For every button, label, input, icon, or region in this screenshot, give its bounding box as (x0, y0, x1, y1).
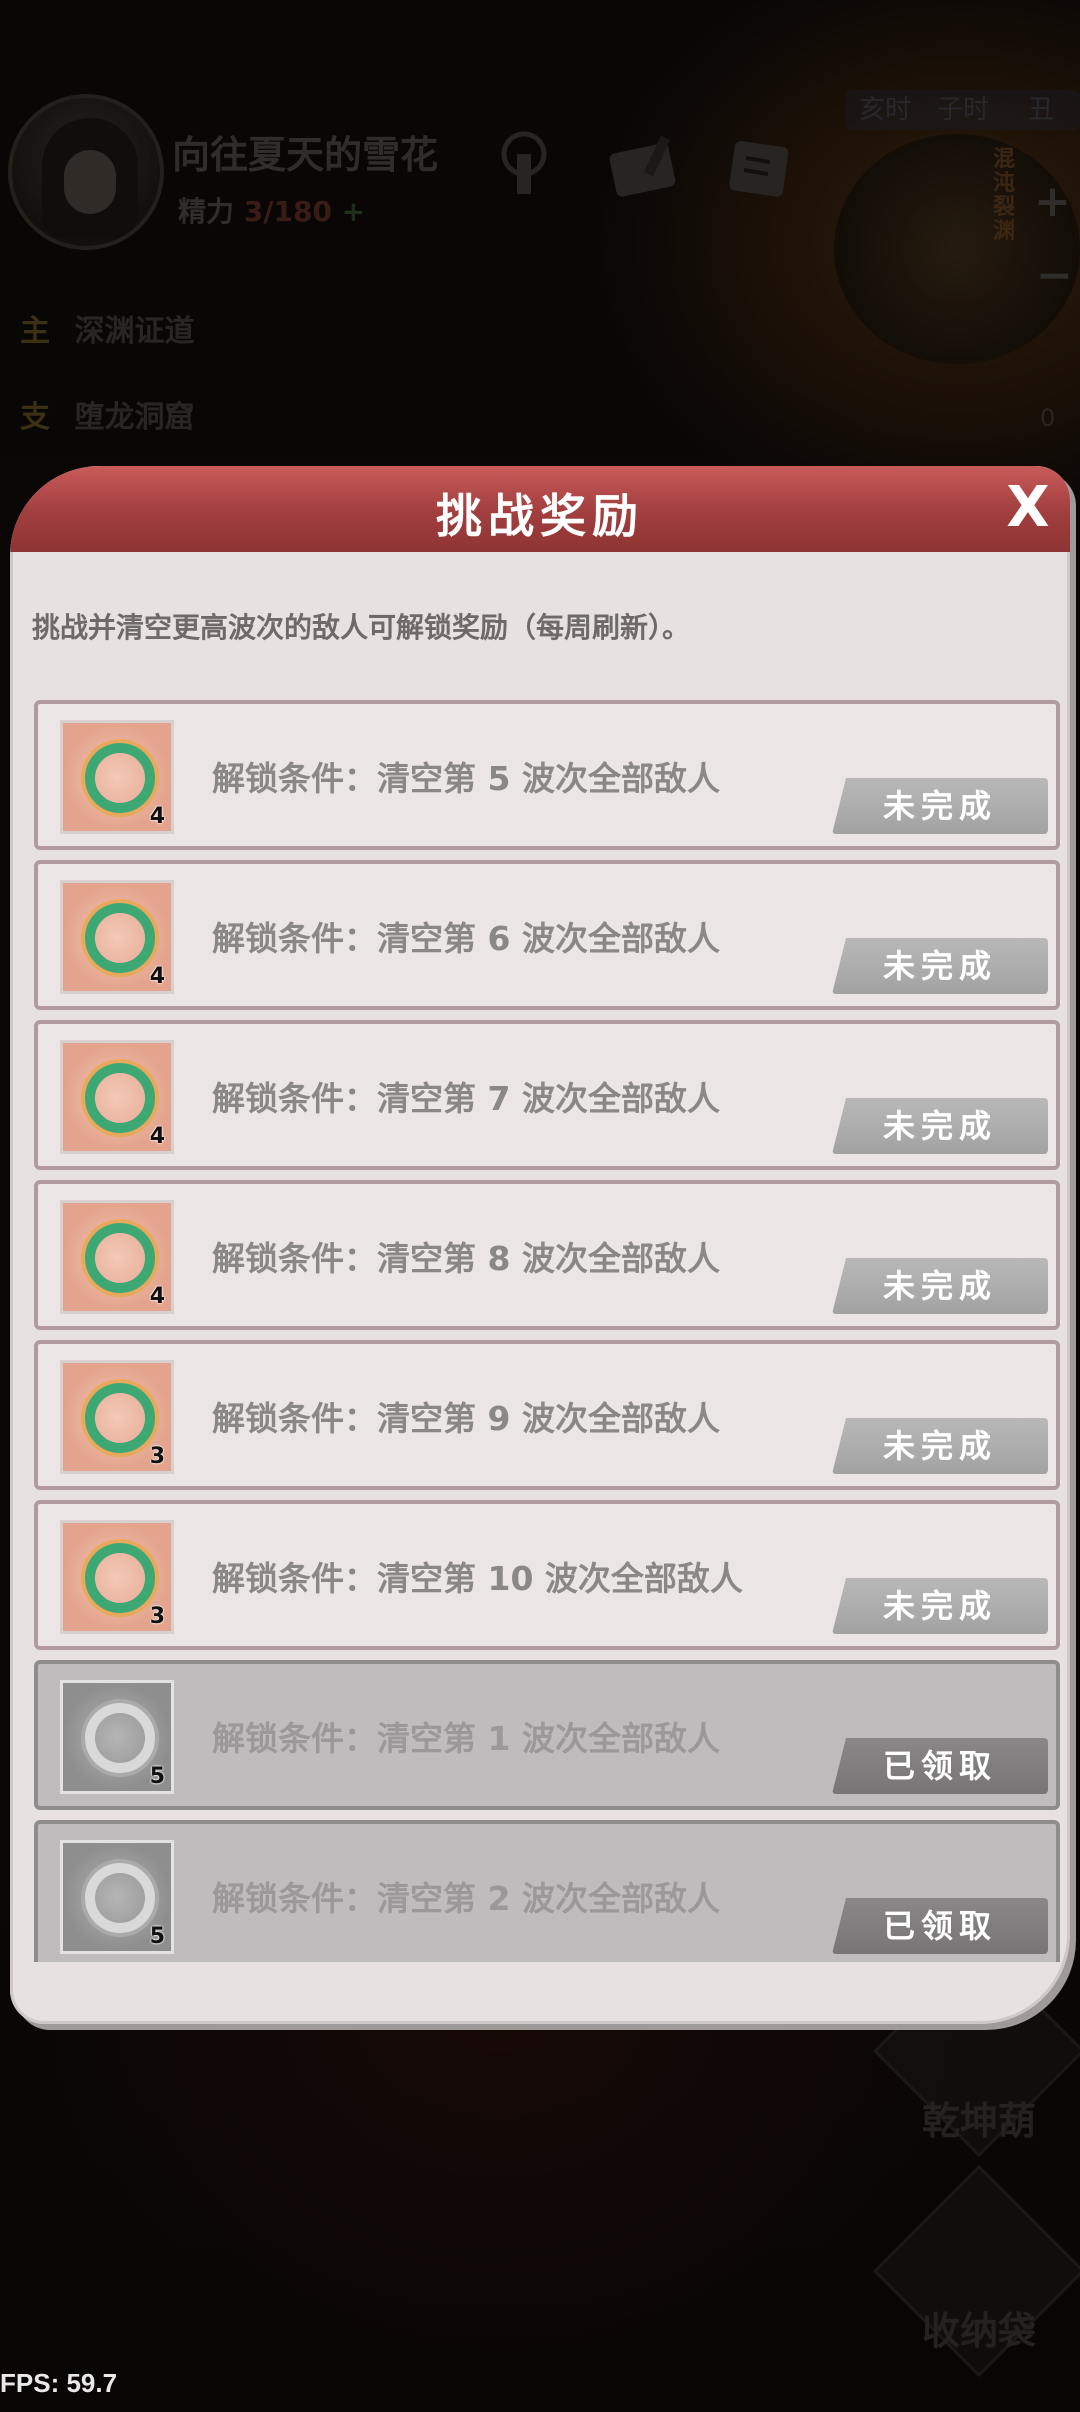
status-button[interactable]: 未完成 (832, 1578, 1048, 1634)
reward-row: 3 解锁条件：清空第 9 波次全部敌人 未完成 (34, 1340, 1060, 1490)
reward-row: 3 解锁条件：清空第 10 波次全部敌人 未完成 (34, 1500, 1060, 1650)
jade-token-icon (85, 1223, 155, 1293)
reward-count: 5 (149, 1764, 165, 1789)
challenge-reward-dialog: 挑战奖励 X 挑战并清空更高波次的敌人可解锁奖励（每周刷新）。 4 解锁条件：清… (10, 466, 1070, 2024)
reward-count: 5 (149, 1924, 165, 1949)
status-button[interactable]: 未完成 (832, 778, 1048, 834)
reward-row: 5 解锁条件：清空第 2 波次全部敌人 已领取 (34, 1820, 1060, 1962)
unlock-condition: 解锁条件：清空第 1 波次全部敌人 (212, 1719, 720, 1758)
reward-item-thumbnail[interactable]: 4 (60, 1200, 174, 1314)
close-button[interactable]: X (998, 478, 1058, 538)
status-button[interactable]: 未完成 (832, 1098, 1048, 1154)
status-button[interactable]: 未完成 (832, 938, 1048, 994)
jade-token-icon (85, 1063, 155, 1133)
jade-token-icon (85, 1703, 155, 1773)
unlock-condition: 解锁条件：清空第 9 波次全部敌人 (212, 1399, 720, 1438)
reward-row: 4 解锁条件：清空第 5 波次全部敌人 未完成 (34, 700, 1060, 850)
status-button[interactable]: 已领取 (832, 1738, 1048, 1794)
reward-item-thumbnail[interactable]: 3 (60, 1360, 174, 1474)
unlock-condition: 解锁条件：清空第 7 波次全部敌人 (212, 1079, 720, 1118)
status-button[interactable]: 未完成 (832, 1258, 1048, 1314)
reward-count: 4 (149, 1124, 165, 1149)
reward-row: 4 解锁条件：清空第 6 波次全部敌人 未完成 (34, 860, 1060, 1010)
reward-row: 4 解锁条件：清空第 7 波次全部敌人 未完成 (34, 1020, 1060, 1170)
unlock-condition: 解锁条件：清空第 10 波次全部敌人 (212, 1559, 743, 1598)
reward-row: 5 解锁条件：清空第 1 波次全部敌人 已领取 (34, 1660, 1060, 1810)
reward-row: 4 解锁条件：清空第 8 波次全部敌人 未完成 (34, 1180, 1060, 1330)
reward-item-thumbnail[interactable]: 3 (60, 1520, 174, 1634)
jade-token-icon (85, 903, 155, 973)
reward-count: 4 (149, 1284, 165, 1309)
unlock-condition: 解锁条件：清空第 6 波次全部敌人 (212, 919, 720, 958)
status-button[interactable]: 未完成 (832, 1418, 1048, 1474)
status-button[interactable]: 已领取 (832, 1898, 1048, 1954)
fps-counter: FPS: 59.7 (0, 2368, 118, 2398)
jade-token-icon (85, 1543, 155, 1613)
dialog-description: 挑战并清空更高波次的敌人可解锁奖励（每周刷新）。 (32, 611, 691, 644)
jade-token-icon (85, 1383, 155, 1453)
reward-count: 4 (149, 964, 165, 989)
reward-count: 4 (149, 804, 165, 829)
reward-item-thumbnail[interactable]: 4 (60, 1040, 174, 1154)
reward-item-thumbnail[interactable]: 5 (60, 1680, 174, 1794)
jade-token-icon (85, 743, 155, 813)
dialog-title: 挑战奖励 (436, 489, 644, 543)
unlock-condition: 解锁条件：清空第 5 波次全部敌人 (212, 759, 720, 798)
unlock-condition: 解锁条件：清空第 8 波次全部敌人 (212, 1239, 720, 1278)
reward-count: 3 (149, 1604, 165, 1629)
reward-item-thumbnail[interactable]: 5 (60, 1840, 174, 1954)
unlock-condition: 解锁条件：清空第 2 波次全部敌人 (212, 1879, 720, 1918)
reward-item-thumbnail[interactable]: 4 (60, 880, 174, 994)
reward-count: 3 (149, 1444, 165, 1469)
reward-list[interactable]: 4 解锁条件：清空第 5 波次全部敌人 未完成 4 解锁条件：清空第 6 波次全… (24, 700, 1064, 1962)
reward-item-thumbnail[interactable]: 4 (60, 720, 174, 834)
jade-token-icon (85, 1863, 155, 1933)
